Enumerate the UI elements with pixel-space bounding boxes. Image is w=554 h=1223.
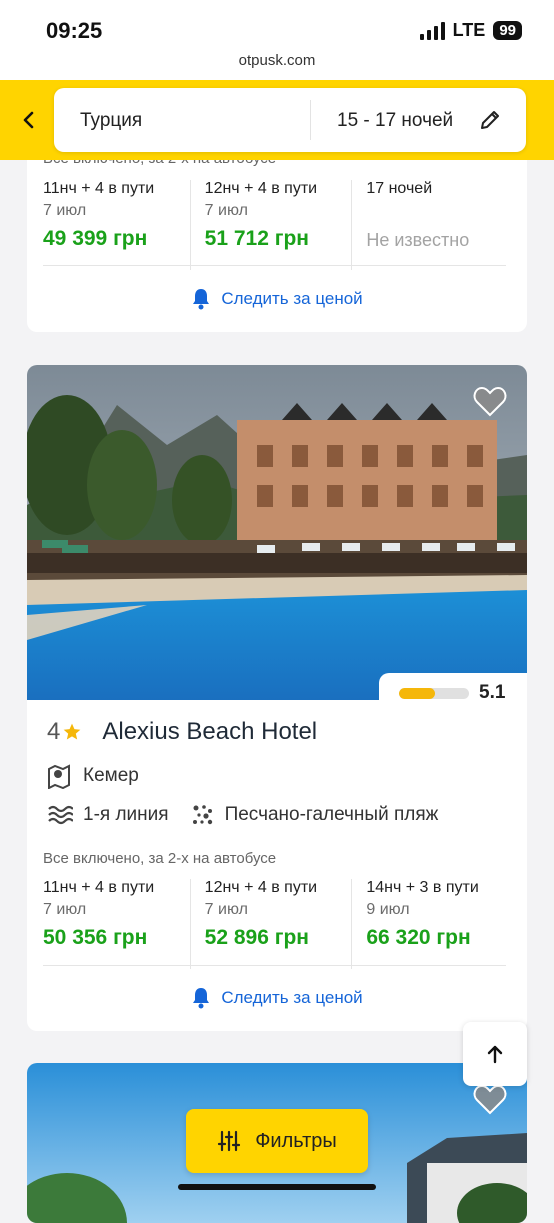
meal-info: Все включено, за 2-х на автобусе [43, 850, 277, 867]
hotel-features: 1-я линия Песчано-галечный пляж [47, 803, 460, 827]
follow-price-label: Следить за ценой [221, 289, 363, 308]
divider [43, 265, 506, 266]
signal-icon [419, 21, 445, 40]
rating-bar-fill [399, 687, 435, 699]
battery-icon: 99 [493, 21, 522, 40]
offer-date: 7 июл [204, 901, 248, 918]
star-icon [64, 723, 81, 740]
hotel-image [27, 365, 527, 700]
offer-price: 51 712 грн [204, 227, 309, 250]
follow-price-button[interactable]: Следить за ценой [27, 288, 527, 310]
divider [43, 965, 506, 966]
hotel-name[interactable]: Alexius Beach Hotel [102, 718, 317, 746]
offer-duration: 14нч + 3 в пути [366, 879, 479, 896]
back-button[interactable] [14, 104, 42, 136]
offer-item[interactable]: 11нч + 4 в пути 7 июл 49 399 грн [43, 180, 190, 270]
hotel-stars: 4 [47, 718, 61, 745]
beach-line-feature: 1-я линия [47, 804, 169, 826]
bell-icon [193, 988, 210, 1009]
hotel-card-previous: Все включено, за 2-х на автобусе 11нч + … [27, 130, 527, 332]
chevron-left-icon [23, 111, 34, 129]
search-header: Турция 15 - 17 ночей [0, 80, 554, 160]
hotel-location: Кемер [47, 763, 139, 789]
hotel-photo[interactable]: 5.1 [27, 365, 527, 700]
arrow-up-icon [487, 1045, 503, 1064]
offer-item[interactable]: 11нч + 4 в пути 7 июл 50 356 грн [43, 879, 190, 969]
offer-item[interactable]: 12нч + 4 в пути 7 июл 51 712 грн [189, 180, 352, 270]
home-indicator [178, 1184, 376, 1190]
heart-icon[interactable] [473, 1083, 507, 1115]
location-label: Кемер [83, 765, 139, 786]
filters-label: Фильтры [255, 1129, 337, 1152]
offer-date: 7 июл [43, 202, 87, 219]
sliders-icon [218, 1130, 241, 1152]
status-time: 09:25 [46, 18, 103, 43]
offer-date: 7 июл [43, 901, 87, 918]
offer-duration: 12нч + 4 в пути [204, 879, 318, 896]
pencil-icon[interactable] [478, 108, 502, 132]
offer-item[interactable]: 17 ночей Не известно [351, 180, 513, 270]
offer-date [366, 202, 513, 220]
beach-type-feature: Песчано-галечный пляж [191, 803, 439, 827]
offer-duration: 11нч + 4 в пути [43, 879, 155, 896]
offer-item[interactable]: 12нч + 4 в пути 7 июл 52 896 грн [189, 879, 352, 969]
offers-row: 11нч + 4 в пути 7 июл 49 399 грн 12нч + … [43, 180, 513, 270]
status-bar: 09:25 LTE 99 otpusk.com [0, 0, 554, 80]
bell-icon [193, 289, 210, 310]
waves-icon [48, 805, 73, 825]
rating-value: 5.1 [479, 682, 506, 700]
offer-price: 52 896 грн [204, 926, 309, 949]
status-indicators: LTE 99 [419, 20, 522, 41]
rating-bar [399, 687, 469, 699]
filters-button[interactable]: Фильтры [186, 1109, 368, 1173]
offer-price: 49 399 грн [43, 227, 148, 250]
offer-duration: 12нч + 4 в пути [204, 180, 318, 197]
rating-badge: 5.1 [379, 673, 527, 700]
offer-duration: 17 ночей [366, 180, 433, 197]
search-summary[interactable]: Турция 15 - 17 ночей [54, 88, 526, 152]
search-nights[interactable]: 15 - 17 ночей [337, 110, 453, 132]
follow-price-label: Следить за ценой [221, 988, 363, 1007]
follow-price-button[interactable]: Следить за ценой [27, 987, 527, 1009]
offer-duration: 11нч + 4 в пути [43, 180, 155, 197]
hotel-card[interactable]: 5.1 4 Alexius Beach Hotel Кемер 1-я лини… [27, 365, 527, 1031]
network-type: LTE [452, 20, 486, 40]
offer-price: 66 320 грн [366, 926, 471, 949]
offers-row: 11нч + 4 в пути 7 июл 50 356 грн 12нч + … [43, 879, 513, 969]
divider [310, 100, 311, 140]
offer-date: 9 июл [366, 901, 410, 918]
line-label: 1-я линия [83, 804, 169, 825]
hotel-title-row: 4 Alexius Beach Hotel [47, 718, 317, 746]
scroll-top-button[interactable] [463, 1022, 527, 1086]
beach-label: Песчано-галечный пляж [224, 804, 439, 825]
offer-item[interactable]: 14нч + 3 в пути 9 июл 66 320 грн [351, 879, 513, 969]
pebbles-icon [192, 805, 212, 825]
search-country[interactable]: Турция [80, 110, 142, 132]
offer-price: 50 356 грн [43, 926, 148, 949]
offer-price: Не известно [366, 230, 470, 250]
heart-icon[interactable] [473, 385, 507, 417]
offer-date: 7 июл [204, 202, 248, 219]
map-icon [48, 764, 70, 789]
url-label[interactable]: otpusk.com [0, 52, 554, 69]
